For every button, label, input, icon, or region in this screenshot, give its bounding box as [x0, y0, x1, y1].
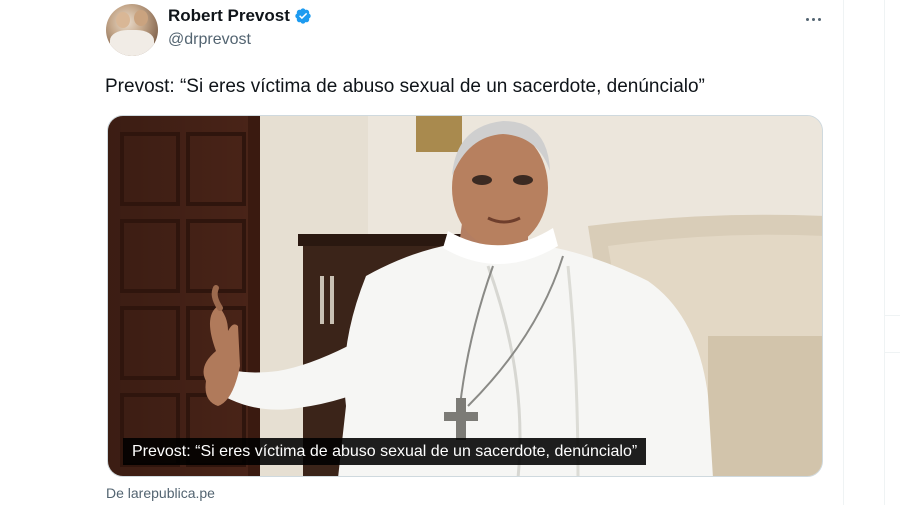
more-options-button[interactable] [800, 8, 826, 30]
verified-badge-icon [295, 8, 311, 24]
column-divider [843, 0, 844, 505]
author-name[interactable]: Robert Prevost [168, 6, 290, 26]
avatar-figure [110, 30, 154, 56]
more-options-icon [811, 17, 815, 21]
divider [885, 315, 900, 316]
author-name-row[interactable]: Robert Prevost [168, 6, 312, 26]
source-link[interactable]: De larepublica.pe [106, 485, 215, 501]
avatar-figure [134, 10, 148, 26]
side-panel-edge [884, 0, 900, 505]
more-options-icon [805, 17, 809, 21]
tweet-media-image[interactable]: Prevost: “Si eres víctima de abuso sexua… [107, 115, 823, 477]
tweet-card[interactable]: Robert Prevost @drprevost Prevost: “Si e… [88, 0, 844, 505]
tweet-text: Prevost: “Si eres víctima de abuso sexua… [105, 76, 705, 97]
more-options-icon [817, 17, 821, 21]
divider [885, 352, 900, 353]
media-caption: Prevost: “Si eres víctima de abuso sexua… [123, 438, 647, 465]
avatar-figure [116, 12, 130, 28]
author-handle[interactable]: @drprevost [168, 31, 251, 49]
avatar[interactable] [106, 4, 158, 56]
media-photo [108, 116, 822, 476]
